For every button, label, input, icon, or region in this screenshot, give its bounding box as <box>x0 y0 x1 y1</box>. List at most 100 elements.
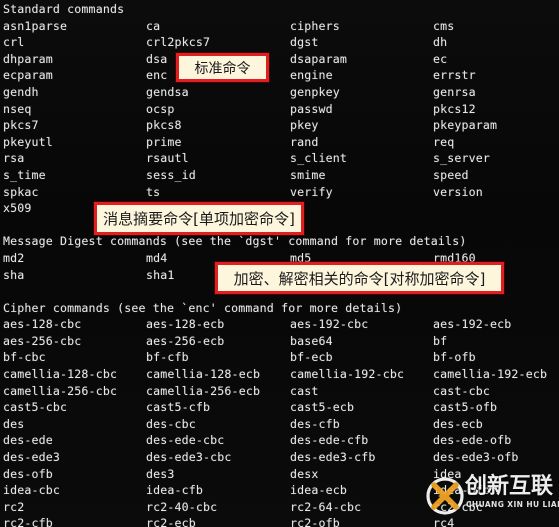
command-cell: x509 <box>3 201 32 216</box>
table-row: nseq ocsp passwd pkcs12 <box>3 101 559 118</box>
command-cell: dh <box>433 35 448 50</box>
table-row: des-ede des-ede-cbc des-ede-cfb des-ede-… <box>3 432 559 449</box>
command-cell: des-ede3-cbc <box>146 450 232 465</box>
table-row: gendh gendsa genpkey genrsa <box>3 84 559 101</box>
table-row: des-ede3 des-ede3-cbc des-ede3-cfb des-e… <box>3 449 559 466</box>
table-row: idea-cbc idea-cfb idea-ecb idea-ofb <box>3 482 559 499</box>
annotation-callout-standard-commands: 标准命令 <box>176 53 269 82</box>
command-cell: idea-ofb <box>433 483 491 498</box>
table-row: spkac ts verify version <box>3 184 559 201</box>
command-cell: dhparam <box>3 51 53 66</box>
terminal-screenshot: Standard commands asn1parse ca ciphers c… <box>0 0 559 527</box>
command-cell: des-ede-cbc <box>146 433 225 448</box>
table-row: cast5-cbc cast5-cfb cast5-ecb cast5-ofb <box>3 399 559 416</box>
command-cell: des-ecb <box>433 416 483 431</box>
command-cell: des-ede3 <box>3 450 61 465</box>
section-header-cipher: Cipher commands (see the `enc' command f… <box>3 300 403 315</box>
table-row: camellia-128-cbc camellia-128-ecb camell… <box>3 366 559 383</box>
annotation-callout-cipher: 加密、解密相关的命令[对称加密命令] <box>215 262 504 294</box>
command-cell: rc2-64-cbc <box>290 499 362 514</box>
annotation-callout-message-digest: 消息摘要命令[单项加密命令] <box>94 202 304 235</box>
command-cell: des-ofb <box>3 466 53 481</box>
command-cell: prime <box>146 134 182 149</box>
command-cell: ecparam <box>3 68 53 83</box>
command-cell: des <box>3 416 25 431</box>
command-cell: aes-128-ecb <box>146 317 225 332</box>
command-cell: camellia-128-cbc <box>3 367 118 382</box>
command-cell: rand <box>290 134 319 149</box>
command-cell: ts <box>146 184 161 199</box>
command-cell: rsautl <box>146 151 189 166</box>
command-cell: cast <box>290 383 319 398</box>
command-cell: s_time <box>3 167 46 182</box>
command-cell: engine <box>290 68 333 83</box>
command-cell: asn1parse <box>3 18 68 33</box>
section-header-message-digest: Message Digest commands (see the `dgst' … <box>3 234 467 249</box>
command-cell: pkcs8 <box>146 118 182 133</box>
command-cell: passwd <box>290 101 333 116</box>
command-cell: req <box>433 134 455 149</box>
command-cell: ciphers <box>290 18 340 33</box>
table-row: bf-cbc bf-cfb bf-ecb bf-ofb <box>3 349 559 366</box>
command-cell: camellia-256-ecb <box>146 383 261 398</box>
table-row: pkcs7 pkcs8 pkey pkeyparam <box>3 117 559 134</box>
command-cell: camellia-192-ecb <box>433 367 548 382</box>
command-cell: spkac <box>3 184 39 199</box>
command-cell: genrsa <box>433 84 476 99</box>
table-row: aes-128-cbc aes-128-ecb aes-192-cbc aes-… <box>3 316 559 333</box>
command-cell: des3 <box>146 466 175 481</box>
command-cell: verify <box>290 184 333 199</box>
command-cell: version <box>433 184 483 199</box>
command-cell: des-cbc <box>146 416 196 431</box>
command-cell: bf <box>433 333 448 348</box>
command-cell: camellia-192-cbc <box>290 367 405 382</box>
command-cell: aes-192-ecb <box>433 317 512 332</box>
command-cell: cast5-ecb <box>290 400 355 415</box>
command-cell: md4 <box>146 250 168 265</box>
command-cell: des-ede-cfb <box>290 433 369 448</box>
command-cell: md2 <box>3 250 25 265</box>
command-cell: errstr <box>433 68 476 83</box>
command-cell: pkcs12 <box>433 101 476 116</box>
command-cell: rc2-40-cbc <box>146 499 218 514</box>
command-cell: rc2-ofb <box>290 516 340 527</box>
command-cell: bf-cfb <box>146 350 189 365</box>
command-cell: gendh <box>3 84 39 99</box>
table-row: des des-cbc des-cfb des-ecb <box>3 416 559 433</box>
command-cell: speed <box>433 167 469 182</box>
command-cell: bf-ecb <box>290 350 333 365</box>
command-cell: crl2pkcs7 <box>146 35 211 50</box>
command-cell: aes-256-ecb <box>146 333 225 348</box>
command-cell: smime <box>290 167 326 182</box>
command-cell: base64 <box>290 333 333 348</box>
command-cell: rc2-cbc <box>433 499 483 514</box>
command-cell: cms <box>433 18 455 33</box>
command-cell: sha <box>3 267 25 282</box>
command-cell: cast5-cbc <box>3 400 68 415</box>
command-cell: genpkey <box>290 84 340 99</box>
command-cell: rc2-cfb <box>3 516 53 527</box>
command-cell: cast5-ofb <box>433 400 498 415</box>
command-cell: s_server <box>433 151 491 166</box>
command-cell: bf-ofb <box>433 350 476 365</box>
command-cell: dsa <box>146 51 168 66</box>
command-cell: rc2 <box>3 499 25 514</box>
command-cell: ec <box>433 51 448 66</box>
table-row: ecparam enc engine errstr <box>3 67 559 84</box>
command-cell: pkeyutl <box>3 134 53 149</box>
command-cell: aes-192-cbc <box>290 317 369 332</box>
command-cell: cast5-cfb <box>146 400 211 415</box>
command-cell: des-ede <box>3 433 53 448</box>
command-cell: sess_id <box>146 167 196 182</box>
command-cell: camellia-256-cbc <box>3 383 118 398</box>
table-row: rc2 rc2-40-cbc rc2-64-cbc rc2-cbc <box>3 499 559 516</box>
table-row: s_time sess_id smime speed <box>3 167 559 184</box>
command-cell: sha1 <box>146 267 175 282</box>
command-cell: rsa <box>3 151 25 166</box>
command-cell: idea-ecb <box>290 483 348 498</box>
command-cell: aes-256-cbc <box>3 333 82 348</box>
table-row: camellia-256-cbc camellia-256-ecb cast c… <box>3 383 559 400</box>
command-cell: s_client <box>290 151 348 166</box>
command-cell: ca <box>146 18 161 33</box>
command-cell: ocsp <box>146 101 175 116</box>
